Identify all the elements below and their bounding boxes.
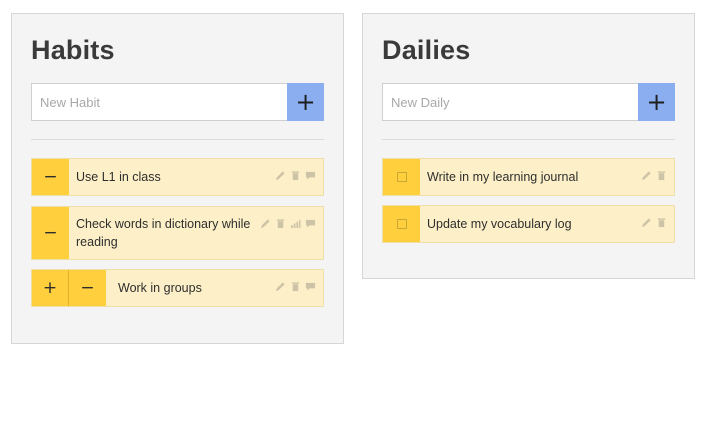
task-actions [275,270,323,306]
habits-divider [31,139,324,140]
daily-checkbox[interactable] [383,159,420,195]
dailies-title: Dailies [382,35,471,65]
task-actions [260,207,323,259]
trash-icon[interactable] [290,281,301,292]
new-habit-row: + [31,83,324,121]
trash-icon[interactable] [290,170,301,181]
checkbox-icon [396,172,407,182]
habit-text: Check words in dictionary while reading [76,217,251,249]
add-daily-button[interactable]: + [638,83,675,121]
trash-icon[interactable] [656,217,667,228]
comment-icon[interactable] [305,281,316,292]
daily-item[interactable]: Write in my learning journal [382,158,675,196]
daily-text: Write in my learning journal [427,170,579,184]
pencil-icon[interactable] [275,281,286,292]
daily-item[interactable]: Update my vocabulary log [382,205,675,243]
habit-item[interactable]: − Use L1 in class [31,158,324,196]
habit-item[interactable]: − Check words in dictionary while readin… [31,206,324,260]
pencil-icon[interactable] [641,170,652,181]
habit-text: Work in groups [118,281,202,295]
comment-icon[interactable] [305,170,316,181]
task-actions [641,159,674,195]
task-actions [641,206,674,242]
trash-icon[interactable] [275,218,286,229]
pencil-icon[interactable] [275,170,286,181]
habit-minus-button[interactable]: − [69,270,106,306]
trash-icon[interactable] [656,170,667,181]
habit-text: Use L1 in class [76,170,161,184]
daily-text: Update my vocabulary log [427,217,572,231]
habit-plus-button[interactable]: + [32,270,69,306]
comment-icon[interactable] [305,218,316,229]
pencil-icon[interactable] [641,217,652,228]
pencil-icon[interactable] [260,218,271,229]
new-habit-input[interactable] [31,83,287,121]
bar-chart-icon[interactable] [290,218,301,229]
habit-item[interactable]: + − Work in groups [31,269,324,307]
habits-title: Habits [31,35,115,65]
dailies-divider [382,139,675,140]
new-daily-input[interactable] [382,83,638,121]
add-habit-button[interactable]: + [287,83,324,121]
habit-minus-button[interactable]: − [32,159,69,195]
dailies-panel: Dailies + Write in my learning journal U… [362,13,695,279]
habits-panel: Habits + − Use L1 in class − Check words… [11,13,344,344]
habit-minus-button[interactable]: − [32,207,69,259]
daily-checkbox[interactable] [383,206,420,242]
new-daily-row: + [382,83,675,121]
checkbox-icon [396,219,407,229]
task-actions [275,159,323,195]
